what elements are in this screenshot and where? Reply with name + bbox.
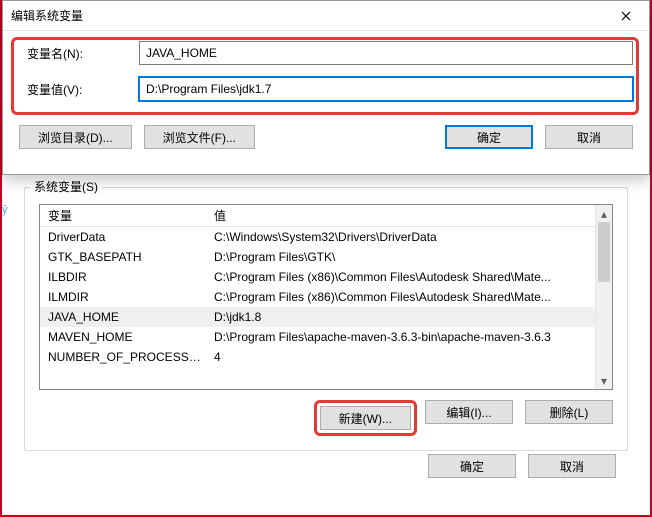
parent-ok-button[interactable]: 确定	[428, 454, 516, 478]
scrollbar[interactable]: ▴ ▾	[595, 205, 612, 389]
system-variables-section: 系统变量(S) 变量 值 DriverDataC:\Windows\System…	[24, 170, 628, 451]
table-row[interactable]: NUMBER_OF_PROCESSORS4	[40, 347, 612, 367]
list-button-row: 新建(W)... 编辑(I)... 删除(L)	[39, 400, 613, 436]
delete-button[interactable]: 删除(L)	[525, 400, 613, 424]
cell-val: C:\Windows\System32\Drivers\DriverData	[210, 230, 612, 244]
table-row[interactable]: GTK_BASEPATHD:\Program Files\GTK\	[40, 247, 612, 267]
parent-cancel-button[interactable]: 取消	[528, 454, 616, 478]
edit-button[interactable]: 编辑(I)...	[425, 400, 513, 424]
close-icon	[621, 11, 631, 21]
cell-val: 4	[210, 350, 612, 364]
row-value: 变量值(V):	[19, 77, 633, 101]
cell-var: DriverData	[40, 230, 210, 244]
scroll-thumb[interactable]	[598, 222, 610, 282]
side-glyph: ŷ	[2, 204, 8, 216]
cell-val: C:\Program Files (x86)\Common Files\Auto…	[210, 290, 612, 304]
parent-button-row: 确定 取消	[428, 454, 616, 478]
row-name: 变量名(N):	[19, 41, 633, 65]
variable-value-label: 变量值(V):	[19, 81, 139, 98]
cancel-button[interactable]: 取消	[545, 125, 633, 149]
system-variables-list[interactable]: 变量 值 DriverDataC:\Windows\System32\Drive…	[39, 204, 613, 390]
scroll-up-icon[interactable]: ▴	[596, 205, 612, 222]
browse-directory-button[interactable]: 浏览目录(D)...	[19, 125, 132, 149]
dialog-body: 变量名(N): 变量值(V):	[3, 31, 649, 125]
system-variables-group-label: 系统变量(S)	[30, 178, 102, 195]
edit-variable-dialog: 编辑系统变量 变量名(N): 变量值(V): 浏览目录(D)... 浏览文件(F…	[2, 0, 650, 175]
close-button[interactable]	[603, 1, 649, 31]
cell-val: C:\Program Files (x86)\Common Files\Auto…	[210, 270, 612, 284]
list-body: DriverDataC:\Windows\System32\Drivers\Dr…	[40, 227, 612, 367]
cell-var: NUMBER_OF_PROCESSORS	[40, 350, 210, 364]
dialog-title: 编辑系统变量	[11, 7, 83, 24]
table-row-selected[interactable]: JAVA_HOMED:\jdk1.8	[40, 307, 612, 327]
table-row[interactable]: MAVEN_HOMED:\Program Files\apache-maven-…	[40, 327, 612, 347]
cell-var: ILBDIR	[40, 270, 210, 284]
table-row[interactable]: ILBDIRC:\Program Files (x86)\Common File…	[40, 267, 612, 287]
cell-val: D:\jdk1.8	[210, 310, 612, 324]
scroll-down-icon[interactable]: ▾	[596, 372, 612, 389]
titlebar: 编辑系统变量	[3, 1, 649, 31]
column-header-value[interactable]: 值	[210, 207, 612, 224]
list-header: 变量 值	[40, 205, 612, 227]
variable-value-input[interactable]	[139, 77, 633, 101]
new-button[interactable]: 新建(W)...	[320, 406, 411, 430]
dialog-button-row: 浏览目录(D)... 浏览文件(F)... 确定 取消	[3, 125, 649, 161]
cell-var: JAVA_HOME	[40, 310, 210, 324]
cell-var: GTK_BASEPATH	[40, 250, 210, 264]
ok-button[interactable]: 确定	[445, 125, 533, 149]
cell-var: MAVEN_HOME	[40, 330, 210, 344]
variable-name-input[interactable]	[139, 41, 633, 65]
cell-var: ILMDIR	[40, 290, 210, 304]
browse-file-button[interactable]: 浏览文件(F)...	[144, 125, 255, 149]
column-header-variable[interactable]: 变量	[40, 207, 210, 224]
variable-name-label: 变量名(N):	[19, 45, 139, 62]
system-variables-group: 变量 值 DriverDataC:\Windows\System32\Drive…	[24, 187, 628, 451]
window-root: { "dialog": { "title": "编辑系统变量", "name_l…	[0, 0, 652, 517]
table-row[interactable]: ILMDIRC:\Program Files (x86)\Common File…	[40, 287, 612, 307]
cell-val: D:\Program Files\GTK\	[210, 250, 612, 264]
table-row[interactable]: DriverDataC:\Windows\System32\Drivers\Dr…	[40, 227, 612, 247]
highlight-rect-new: 新建(W)...	[314, 400, 417, 436]
cell-val: D:\Program Files\apache-maven-3.6.3-bin\…	[210, 330, 612, 344]
